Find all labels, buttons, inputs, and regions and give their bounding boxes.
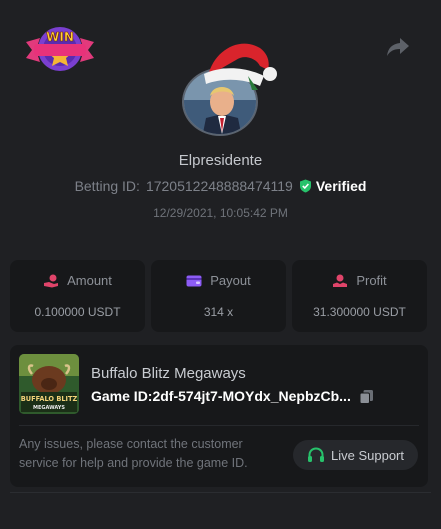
betting-id-label: Betting ID: [74, 178, 140, 194]
wallet-icon [186, 275, 202, 286]
verified-label: Verified [315, 178, 367, 194]
game-card: BUFFALO BLITZ MEGAWAYS Buffalo Blitz Meg… [10, 345, 428, 487]
verified-badge: Verified [299, 178, 367, 194]
thumb-title: BUFFALO BLITZ [21, 395, 78, 403]
username: Elpresidente [178, 152, 263, 169]
stat-value: 314 x [203, 305, 234, 319]
stat-value: 31.300000 USDT [313, 305, 406, 319]
timestamp: 12/29/2021, 10:05:42 PM [153, 206, 288, 220]
divider [19, 425, 419, 426]
stat-card-profit: Profit 31.300000 USDT [292, 260, 427, 332]
game-id-value: 2df-574jt7-MOYdx_NepbzCb... [152, 388, 351, 404]
stat-label: Payout [210, 273, 251, 288]
stat-label: Amount [67, 273, 112, 288]
game-title: Buffalo Blitz Megaways [91, 365, 246, 382]
win-badge-text: WIN [46, 30, 74, 44]
betting-id-line: Betting ID: 1720512248888474119 Verified [0, 178, 441, 194]
betting-id-value: 1720512248888474119 [145, 178, 293, 194]
support-notice: Any issues, please contact the customer … [19, 437, 248, 470]
stat-value: 0.100000 USDT [34, 305, 121, 319]
profit-hand-icon [333, 274, 348, 287]
stat-label: Profit [356, 273, 387, 288]
shield-check-icon [299, 179, 311, 193]
game-thumbnail[interactable]: BUFFALO BLITZ MEGAWAYS [19, 354, 79, 414]
stat-card-payout: Payout 314 x [151, 260, 286, 332]
headset-icon [308, 446, 324, 462]
copy-icon[interactable] [359, 389, 374, 404]
stat-card-amount: Amount 0.100000 USDT [10, 260, 145, 332]
game-id-label: Game ID: [91, 388, 153, 404]
money-hand-icon [44, 274, 59, 287]
game-id-line: Game ID:2df-574jt7-MOYdx_NepbzCb... [91, 388, 374, 404]
win-badge: WIN [22, 20, 98, 78]
live-support-label: Live Support [331, 447, 404, 463]
santa-hat-icon [200, 36, 282, 90]
live-support-button[interactable]: Live Support [293, 440, 418, 470]
share-icon[interactable] [385, 36, 411, 58]
thumb-subtitle: MEGAWAYS [33, 405, 65, 411]
bottom-divider [10, 492, 431, 493]
